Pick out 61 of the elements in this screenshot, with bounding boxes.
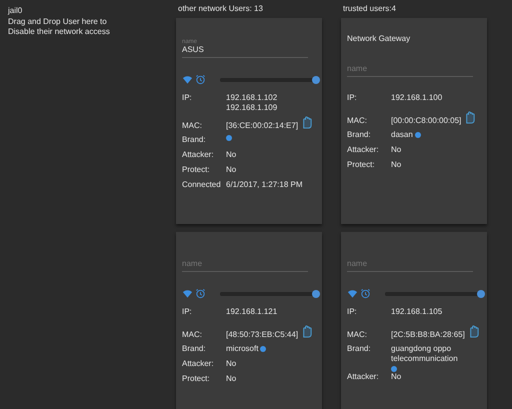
brand-dot-icon [260, 346, 266, 352]
field-label: MAC: [182, 121, 203, 131]
user-card[interactable]: name IP: 192.168.1.105 MAC: [2C:5B:B8:BA:28:65] Brand: guangdong oppo telecommunication Attacker: No [341, 232, 487, 409]
field-value: 192.168.1.102 192.168.1.109 [226, 93, 278, 113]
brand-name: dasan [391, 130, 413, 140]
field-value: No [226, 150, 236, 160]
brand-dot-icon [414, 132, 421, 138]
field-value: No [226, 165, 236, 175]
field-value: 192.168.1.105 [391, 307, 442, 317]
wifi-icon [182, 288, 193, 299]
field-label: MAC: [347, 330, 368, 340]
card-title: Network Gateway [347, 34, 412, 43]
field-label: Connected [182, 180, 222, 190]
name-field[interactable]: name [347, 259, 473, 268]
field-label: Brand: [182, 135, 207, 145]
column-header: other network Users: 13 [177, 3, 264, 15]
field-value: 192.168.1.121 [226, 307, 278, 317]
brand-dot-icon [391, 366, 397, 372]
field-value: No [391, 372, 402, 382]
alarm-clock-icon[interactable] [360, 288, 371, 299]
alarm-clock-icon[interactable] [195, 288, 206, 299]
field-value: 192.168.1.100 [391, 93, 442, 103]
field-value: No [226, 359, 236, 369]
field-label: IP: [347, 307, 358, 317]
name-field[interactable]: name [347, 64, 473, 73]
alarm-clock-icon[interactable] [195, 74, 206, 85]
mac-address: [36:CE:00:02:14:E7] [226, 121, 298, 131]
field-label: IP: [182, 307, 193, 317]
name-field[interactable]: ASUS [182, 45, 308, 54]
field-label: Protect: [347, 160, 376, 170]
field-value: No [391, 160, 402, 170]
field-label: Attacker: [347, 372, 380, 382]
mac-address: [2C:5B:B8:BA:28:65] [391, 330, 465, 340]
column-header: trusted users:4 [342, 3, 397, 15]
field-label: Protect: [182, 165, 211, 175]
field-label: Protect: [182, 374, 211, 384]
mac-address: [48:50:73:EB:C5:44] [226, 330, 298, 340]
jail-hint: Drag and Drop User here to Disable their network access [8, 17, 111, 37]
mac-address: [00:00:C8:00:00:05] [391, 116, 462, 126]
field-label: IP: [347, 93, 358, 103]
field-label: Brand: [347, 130, 372, 140]
wifi-icon [182, 74, 193, 85]
wifi-icon [347, 288, 358, 299]
field-label: Brand: [347, 344, 372, 354]
field-value: 6/1/2017, 1:27:18 PM [226, 180, 302, 190]
brand-name: microsoft [226, 344, 258, 354]
user-card[interactable]: Network Gateway name IP: 192.168.1.100 MAC: [00:00:C8:00:00:05] Brand: dasan Attacker: No Protect: No [341, 18, 487, 224]
name-field[interactable]: name [182, 259, 308, 268]
field-label: Attacker: [182, 359, 215, 369]
field-label: IP: [182, 93, 193, 103]
field-label: MAC: [347, 116, 368, 126]
field-value: No [226, 374, 236, 384]
jail-title: jail0 [8, 6, 24, 16]
field-label: Attacker: [347, 145, 380, 155]
field-label: Attacker: [182, 150, 215, 160]
brand-name: guangdong oppo telecommunication [391, 344, 459, 364]
field-label: Brand: [182, 344, 207, 354]
user-card[interactable]: name IP: 192.168.1.121 MAC: [48:50:73:EB:C5:44] Brand: microsoft Attacker: No Protect: No [176, 232, 322, 409]
brand-dot-icon [226, 135, 232, 141]
field-value: No [391, 145, 402, 155]
field-label: MAC: [182, 330, 203, 340]
